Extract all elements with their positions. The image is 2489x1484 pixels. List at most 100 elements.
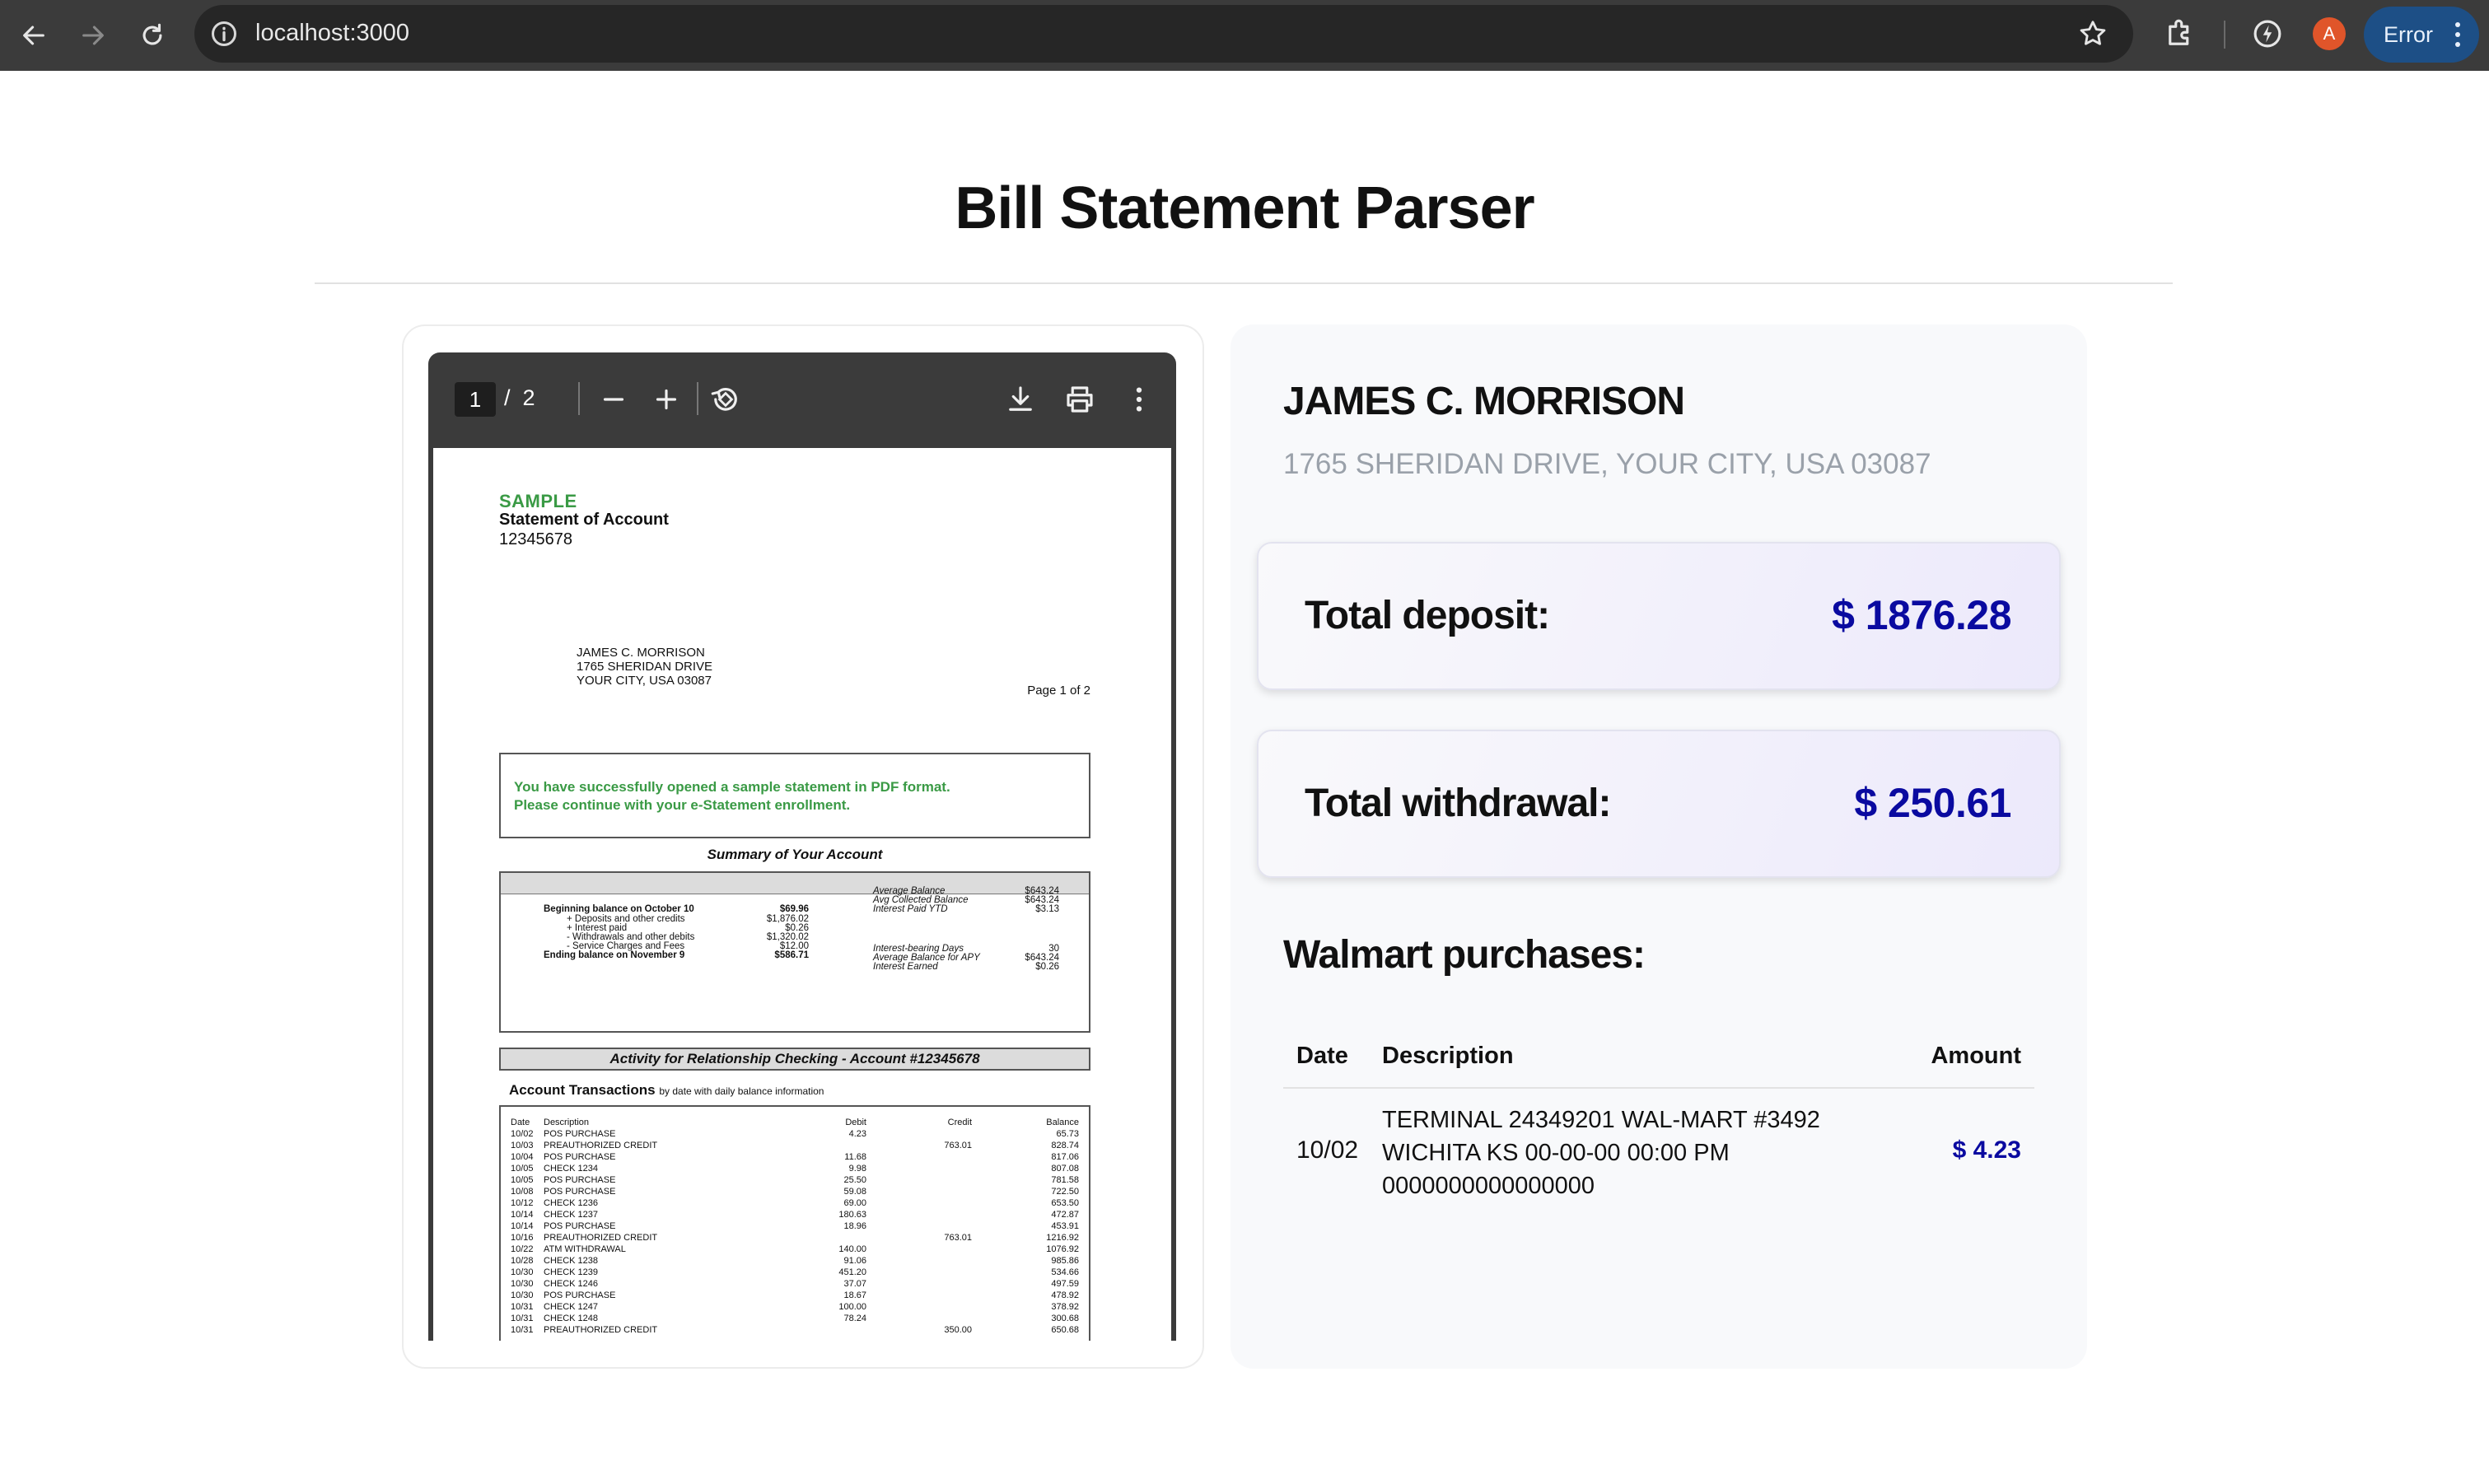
transaction-date: 10/31: [511, 1314, 534, 1323]
toolbar-separator: [578, 382, 580, 415]
page-indicator: Page 1 of 2: [1027, 684, 1090, 698]
transaction-row: 10/02 POS PURCHASE 4.23 65.73: [501, 1128, 1089, 1140]
summary-left-value: $586.71: [774, 950, 809, 960]
transaction-debit: 9.98: [848, 1164, 866, 1174]
summary-right-label: Interest Earned: [873, 962, 938, 972]
printer-icon: [1067, 386, 1093, 413]
total-withdrawal-label: Total withdrawal:: [1305, 782, 1611, 825]
transaction-debit: 18.96: [843, 1221, 866, 1231]
transactions-subtitle: by date with daily balance information: [659, 1085, 824, 1097]
transaction-desc: PREAUTHORIZED CREDIT: [544, 1325, 658, 1335]
toolbar-divider: [2224, 21, 2225, 49]
transaction-balance: 781.58: [1051, 1175, 1079, 1185]
transaction-date: 10/12: [511, 1198, 534, 1208]
mailing-address: JAMES C. MORRISON 1765 SHERIDAN DRIVE YO…: [577, 646, 712, 688]
transaction-desc: POS PURCHASE: [544, 1152, 616, 1162]
transaction-balance: 65.73: [1056, 1129, 1079, 1139]
transaction-credit: 763.01: [944, 1233, 972, 1243]
transaction-date: 10/28: [511, 1256, 534, 1266]
total-deposit-card: Total deposit: $ 1876.28: [1257, 542, 2061, 690]
address-line: YOUR CITY, USA 03087: [577, 674, 712, 688]
transaction-desc: POS PURCHASE: [544, 1129, 616, 1139]
table-header-row: Date Description Amount: [1283, 1031, 2034, 1089]
address-bar[interactable]: localhost:3000: [194, 5, 2133, 63]
total-deposit-value: $ 1876.28: [1832, 592, 2011, 638]
rotate-button[interactable]: [708, 382, 743, 417]
transaction-debit: 37.07: [843, 1279, 866, 1289]
transaction-balance: 650.68: [1051, 1325, 1079, 1335]
reload-icon: [142, 23, 162, 45]
summary-header-bar: [501, 873, 1089, 894]
transaction-desc: POS PURCHASE: [544, 1290, 616, 1300]
transaction-balance: 478.92: [1051, 1290, 1079, 1300]
pdf-viewer[interactable]: 1 / 2 SAMPLE Statement of Account 123456…: [428, 352, 1176, 1341]
transaction-desc: POS PURCHASE: [544, 1187, 616, 1197]
download-button[interactable]: [1003, 382, 1038, 417]
site-info-icon[interactable]: [209, 19, 239, 49]
customer-name: JAMES C. MORRISON: [1283, 380, 1685, 423]
transaction-row: 10/12 CHECK 1236 69.00 653.50: [501, 1197, 1089, 1209]
extensions-puzzle-icon[interactable]: [2163, 16, 2197, 51]
minus-icon: [603, 398, 624, 401]
sample-label: SAMPLE: [499, 491, 577, 511]
transaction-debit: 18.67: [843, 1290, 866, 1300]
notice-box: You have successfully opened a sample st…: [499, 753, 1090, 838]
transaction-desc: CHECK 1247: [544, 1302, 599, 1312]
transaction-row: 10/03 PREAUTHORIZED CREDIT 763.01 828.74: [501, 1140, 1089, 1151]
transaction-balance: 1076.92: [1046, 1244, 1079, 1254]
tx-header-credit: Credit: [947, 1118, 972, 1127]
transaction-credit: 350.00: [944, 1325, 972, 1335]
transaction-date: 10/30: [511, 1290, 534, 1300]
total-pages: 2: [522, 385, 535, 410]
walmart-purchases-title: Walmart purchases:: [1283, 933, 1646, 977]
forward-button[interactable]: [72, 15, 114, 56]
transaction-desc: POS PURCHASE: [544, 1175, 616, 1185]
more-options-button[interactable]: [1122, 382, 1156, 417]
zoom-in-button[interactable]: [649, 382, 684, 417]
transaction-debit: 451.20: [838, 1267, 866, 1277]
column-header-description: Description: [1382, 1043, 1514, 1069]
print-button[interactable]: [1062, 382, 1097, 417]
page-number-input[interactable]: 1: [455, 382, 496, 417]
summary-box: Beginning balance on October 10 $69.96 + D…: [499, 871, 1090, 1033]
profile-avatar[interactable]: A: [2313, 17, 2346, 50]
transaction-date: 10/03: [511, 1141, 534, 1150]
transaction-balance: 828.74: [1051, 1141, 1079, 1150]
bookmark-star-icon[interactable]: [2077, 18, 2108, 49]
arrow-left-icon: [23, 26, 44, 45]
pdf-toolbar: 1 / 2: [428, 352, 1176, 445]
transaction-desc: CHECK 1234: [544, 1164, 599, 1174]
plus-icon: [656, 389, 677, 410]
summary-title: Summary of Your Account: [707, 847, 883, 862]
transaction-desc: CHECK 1246: [544, 1279, 599, 1289]
back-button[interactable]: [13, 15, 54, 56]
purchase-date: 10/02: [1296, 1136, 1359, 1164]
url-text[interactable]: localhost:3000: [255, 20, 409, 47]
reload-button[interactable]: [132, 15, 173, 56]
total-withdrawal-value: $ 250.61: [1854, 780, 2011, 826]
transaction-debit: 100.00: [838, 1302, 866, 1312]
transaction-date: 10/14: [511, 1210, 534, 1220]
transaction-debit: 91.06: [843, 1256, 866, 1266]
total-deposit-label: Total deposit:: [1305, 594, 1550, 637]
transaction-date: 10/04: [511, 1152, 534, 1162]
transaction-credit: 763.01: [944, 1141, 972, 1150]
statement-title: Statement of Account: [499, 511, 669, 529]
summary-right-label: Interest Paid YTD: [873, 904, 948, 914]
transaction-date: 10/31: [511, 1325, 534, 1335]
address-line: JAMES C. MORRISON: [577, 646, 705, 660]
kebab-menu-icon: [1136, 387, 1142, 412]
page-title: Bill Statement Parser: [955, 175, 1534, 241]
summary-right-value: $0.26: [1035, 962, 1059, 972]
transaction-desc: CHECK 1239: [544, 1267, 599, 1277]
zoom-out-button[interactable]: [596, 382, 631, 417]
performance-icon[interactable]: [2250, 16, 2285, 51]
customer-address: 1765 SHERIDAN DRIVE, YOUR CITY, USA 0308…: [1283, 448, 1931, 480]
tx-header-balance: Balance: [1046, 1118, 1079, 1127]
column-header-amount: Amount: [1931, 1043, 2021, 1069]
error-status-button[interactable]: Error: [2364, 7, 2479, 63]
transaction-desc: CHECK 1237: [544, 1210, 599, 1220]
transaction-debit: 11.68: [844, 1152, 866, 1162]
transaction-desc: CHECK 1236: [544, 1198, 599, 1208]
transaction-row: 10/05 CHECK 1234 9.98 807.08: [501, 1163, 1089, 1174]
